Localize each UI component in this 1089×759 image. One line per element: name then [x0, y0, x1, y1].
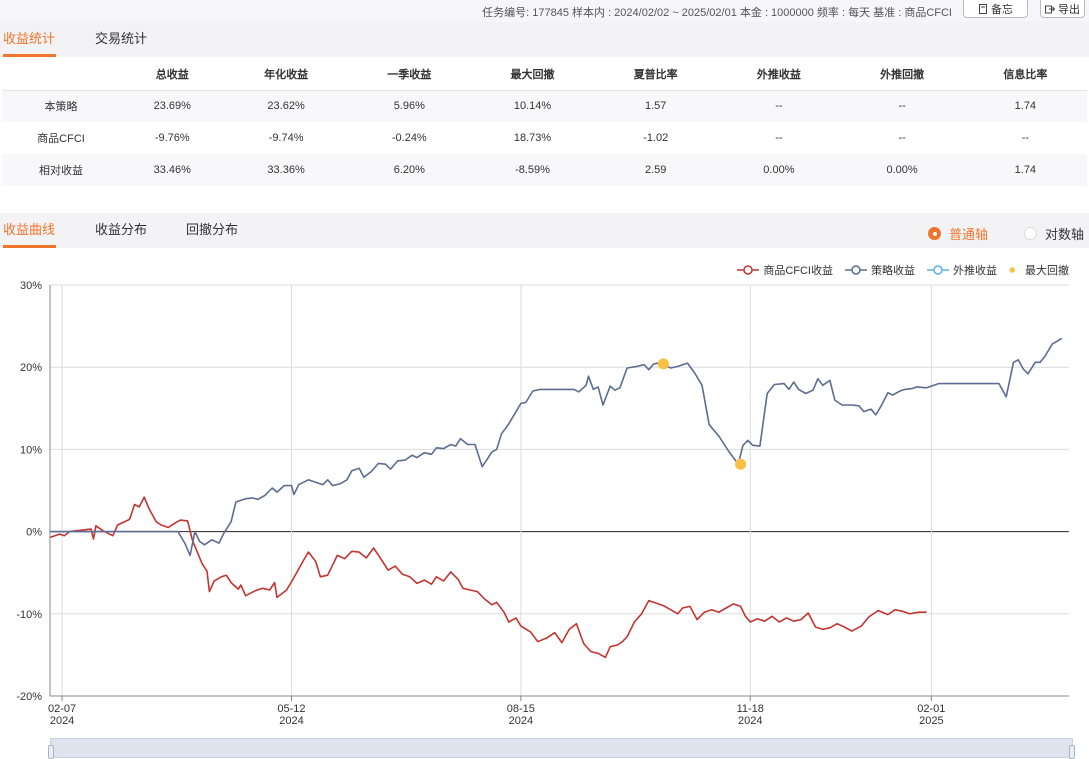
normal-axis-label: 普通轴 [949, 227, 989, 242]
navigator-right-handle[interactable] [1069, 745, 1075, 759]
x-tick-label: 11-18 [737, 703, 764, 715]
x-tick-label: 02-07 [48, 703, 76, 715]
table-header: 夏普比率 [594, 58, 718, 91]
y-tick-label: 10% [20, 444, 42, 456]
table-cell: -9.74% [268, 132, 304, 144]
log-axis-label: 对数轴 [1045, 227, 1085, 242]
y-tick-label: 20% [20, 362, 42, 374]
table-cell: 23.62% [224, 90, 348, 122]
x-tick-year-label: 2024 [279, 715, 303, 727]
table-cell: -- [898, 132, 906, 144]
benchmark-return-line [49, 496, 927, 659]
memo-label: 备忘 [991, 3, 1013, 16]
table-cell: 相对收益 [2, 154, 120, 186]
table-cell: -- [1021, 132, 1030, 144]
table-cell: -- [775, 132, 783, 144]
table-header: 外推回撤 [840, 58, 964, 91]
table-cell: 33.36% [224, 154, 348, 186]
chart-tab-bar: 收益曲线 收益分布 回撤分布 [0, 213, 1089, 248]
table-cell: 6.20% [347, 154, 471, 186]
task-info: 任务编号: 177845 样本内 : 2024/02/02 ~ 2025/02/… [482, 7, 952, 19]
table-header: 总收益 [120, 58, 225, 91]
table-cell: 10.14% [470, 90, 595, 122]
table-header-row: 总收益 年化收益 一季收益 最大回撤 夏普比率 外推收益 外推回撤 信息比率 [2, 58, 1087, 91]
table-cell: 23.69% [120, 90, 225, 122]
chart-range-navigator[interactable] [48, 738, 1075, 759]
radio-unselected-icon [1024, 227, 1037, 240]
y-tick-label: -20% [16, 691, 42, 703]
x-tick-year-label: 2024 [738, 715, 762, 727]
table-cell: 1.74 [963, 154, 1087, 186]
y-tick-label: 0% [26, 527, 42, 539]
export-icon [1045, 5, 1055, 13]
note-icon [979, 3, 987, 14]
table-header: 年化收益 [224, 58, 348, 91]
x-tick-year-label: 2024 [509, 715, 533, 727]
x-tick-year-label: 2025 [919, 715, 943, 727]
normal-axis-radio[interactable]: 普通轴 [928, 224, 988, 243]
x-tick-year-label: 2024 [50, 715, 74, 727]
table-cell: -0.24% [391, 132, 427, 144]
table-cell: 0.00% [840, 154, 964, 186]
table-cell: -8.59% [470, 154, 595, 186]
table-cell: 1.74 [963, 90, 1087, 122]
table-cell: -9.76% [154, 132, 190, 144]
max-drawdown-point [735, 458, 747, 470]
table-cell: 5.96% [347, 90, 471, 122]
tab-return-distribution[interactable]: 收益分布 [95, 213, 150, 248]
strategy-return-line [50, 337, 1063, 557]
table-cell: 0.00% [717, 154, 841, 186]
tab-trade-stats[interactable]: 交易统计 [95, 22, 150, 57]
x-tick-label: 08-15 [507, 703, 535, 715]
table-cell: 2.59 [594, 154, 718, 186]
export-button[interactable]: 导出 [1040, 0, 1085, 18]
table-cell: 1.57 [594, 90, 718, 122]
stats-table: 总收益 年化收益 一季收益 最大回撤 夏普比率 外推收益 外推回撤 信息比率 本… [2, 58, 1087, 186]
table-cell: 本策略 [2, 90, 120, 122]
top-info-bar: 任务编号: 177845 样本内 : 2024/02/02 ~ 2025/02/… [0, 0, 1089, 22]
y-tick-label: -10% [16, 609, 42, 621]
tab-return-stats[interactable]: 收益统计 [3, 22, 56, 57]
radio-selected-icon [928, 227, 941, 240]
table-row: 商品CFCI -9.76% -9.74% -0.24% 18.73% -1.02… [2, 122, 1087, 154]
table-cell: 33.46% [120, 154, 225, 186]
table-header: 一季收益 [347, 58, 471, 91]
y-tick-label: 30% [20, 280, 42, 292]
table-header [2, 58, 120, 91]
navigator-left-handle[interactable] [48, 745, 54, 759]
tab-return-curve[interactable]: 收益曲线 [3, 213, 56, 248]
table-cell: 18.73% [513, 132, 552, 144]
stats-tab-bar: 收益统计 交易统计 [0, 22, 1089, 57]
table-row: 本策略 23.69% 23.62% 5.96% 10.14% 1.57 -- -… [2, 90, 1087, 122]
x-tick-label: 05-12 [277, 703, 305, 715]
table-header: 最大回撤 [470, 58, 595, 91]
table-cell: 商品CFCI [37, 133, 85, 145]
return-curve-chart[interactable]: -20%-10%0%10%20%30%02-07202405-12202408-… [0, 270, 1089, 735]
table-header: 信息比率 [963, 58, 1087, 91]
max-drawdown-point [657, 358, 669, 370]
log-axis-radio[interactable]: 对数轴 [1024, 224, 1084, 243]
tab-drawdown-distribution[interactable]: 回撤分布 [186, 213, 241, 248]
table-cell: -- [717, 90, 841, 122]
memo-button[interactable]: 备忘 [963, 0, 1028, 18]
x-tick-label: 02-01 [917, 703, 945, 715]
export-label: 导出 [1058, 3, 1080, 16]
table-cell: -1.02 [643, 132, 669, 144]
table-cell: -- [840, 90, 964, 122]
table-header: 外推收益 [717, 58, 841, 91]
table-row: 相对收益 33.46% 33.36% 6.20% -8.59% 2.59 0.0… [2, 154, 1087, 186]
